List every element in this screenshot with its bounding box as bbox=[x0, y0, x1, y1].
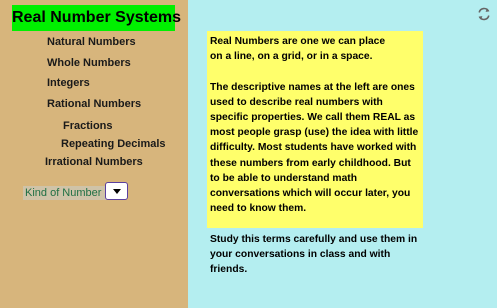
kind-of-number-label: Kind of Number : bbox=[23, 186, 110, 200]
nav-rational-numbers[interactable]: Rational Numbers bbox=[47, 98, 141, 110]
nav-integers[interactable]: Integers bbox=[47, 77, 90, 89]
nav-natural-numbers[interactable]: Natural Numbers bbox=[47, 36, 136, 48]
nav-fractions[interactable]: Fractions bbox=[63, 120, 113, 132]
info-paragraph: Real Numbers are one we can place on a l… bbox=[210, 36, 386, 63]
chevron-down-icon bbox=[113, 189, 121, 194]
info-paragraph: Study this terms carefully and use them … bbox=[210, 233, 418, 276]
nav-repeating-decimals[interactable]: Repeating Decimals bbox=[61, 138, 166, 150]
info-paragraph: The descriptive names at the left are on… bbox=[210, 81, 419, 215]
nav-irrational-numbers[interactable]: Irrational Numbers bbox=[45, 156, 143, 168]
nav-whole-numbers[interactable]: Whole Numbers bbox=[47, 57, 131, 69]
refresh-button[interactable] bbox=[476, 6, 492, 22]
refresh-icon bbox=[478, 7, 490, 21]
kind-of-number-dropdown[interactable] bbox=[105, 182, 128, 200]
info-text: Real Numbers are one we can place on a l… bbox=[210, 34, 422, 277]
page-title: Real Number Systems bbox=[12, 5, 181, 31]
